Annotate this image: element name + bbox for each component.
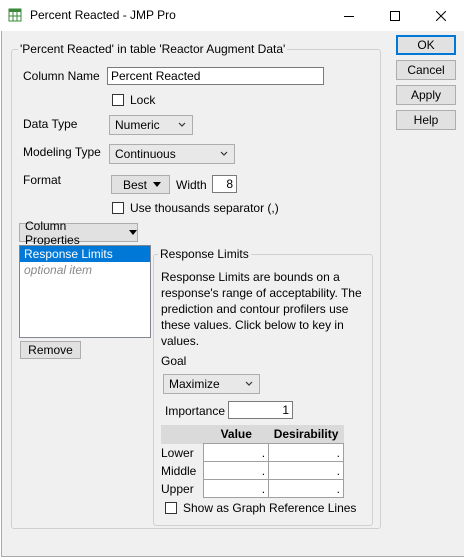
row-label: Upper [161, 481, 194, 496]
modeling-type-label: Modeling Type [23, 145, 101, 159]
goal-label: Goal [161, 354, 187, 368]
response-limits-table: Value Desirability Lower . . Middle . . … [161, 425, 344, 498]
importance-input[interactable]: 1 [228, 401, 293, 419]
table-header-cell: Value [203, 425, 269, 444]
table-row: Lower . . [161, 443, 344, 462]
column-properties-menu-button[interactable]: Column Properties [19, 219, 138, 247]
modeling-type-select[interactable]: Continuous [109, 144, 235, 164]
format-menu-button[interactable]: Best [111, 175, 170, 194]
jmp-data-table-icon [8, 8, 22, 22]
column-properties-list[interactable]: Response Limits optional item [19, 245, 151, 338]
value-cell[interactable]: . [203, 461, 270, 480]
lock-label: Lock [130, 93, 156, 107]
thousands-separator-checkbox[interactable] [112, 202, 124, 214]
ok-button[interactable]: OK [396, 35, 456, 55]
help-button[interactable]: Help [396, 110, 456, 130]
list-item[interactable]: optional item [20, 262, 150, 278]
data-type-select[interactable]: Numeric [109, 115, 193, 135]
close-button[interactable] [418, 0, 464, 31]
reference-lines-label: Show as Graph Reference Lines [183, 501, 357, 515]
minimize-icon [344, 15, 354, 17]
modeling-type-value: Continuous [115, 147, 176, 161]
column-name-label: Column Name [23, 69, 100, 83]
table-row: Upper . . [161, 479, 344, 498]
row-label: Middle [161, 463, 197, 478]
triangle-down-icon [153, 181, 162, 187]
reference-lines-checkbox[interactable] [165, 502, 177, 514]
minimize-button[interactable] [326, 0, 372, 31]
desirability-cell[interactable]: . [268, 443, 344, 462]
goal-value: Maximize [169, 377, 220, 391]
value-cell[interactable]: . [203, 443, 270, 462]
column-group-title: 'Percent Reacted' in table 'Reactor Augm… [18, 42, 288, 56]
value-cell[interactable]: . [203, 479, 270, 498]
table-header-cell [161, 425, 204, 444]
table-header-row: Value Desirability [161, 425, 344, 444]
chevron-down-icon [220, 151, 228, 156]
table-row: Middle . . [161, 461, 344, 480]
chevron-down-icon [178, 122, 186, 127]
cancel-button[interactable]: Cancel [396, 60, 456, 80]
goal-select[interactable]: Maximize [163, 374, 260, 394]
remove-button[interactable]: Remove [20, 341, 81, 359]
desirability-cell[interactable]: . [268, 461, 344, 480]
lock-checkbox[interactable] [112, 94, 124, 106]
window-title: Percent Reacted - JMP Pro [30, 8, 176, 22]
triangle-down-icon [129, 229, 137, 235]
desirability-cell[interactable]: . [268, 479, 344, 498]
apply-button[interactable]: Apply [396, 85, 456, 105]
response-limits-description: Response Limits are bounds on a response… [161, 270, 362, 348]
width-input[interactable]: 8 [212, 175, 237, 193]
data-type-value: Numeric [115, 118, 160, 132]
column-properties-label: Column Properties [25, 218, 80, 247]
maximize-button[interactable] [372, 0, 418, 31]
row-label: Lower [161, 445, 194, 460]
column-name-input[interactable]: Percent Reacted [107, 67, 324, 85]
maximize-icon [390, 10, 400, 21]
response-limits-title: Response Limits [158, 247, 251, 261]
table-header-cell: Desirability [268, 425, 344, 444]
thousands-separator-label: Use thousands separator (,) [130, 201, 279, 215]
format-label: Format [23, 173, 62, 187]
width-label: Width [176, 178, 207, 192]
list-item[interactable]: Response Limits [20, 246, 150, 262]
title-bar: Percent Reacted - JMP Pro [0, 0, 464, 31]
importance-label: Importance [165, 404, 226, 418]
chevron-down-icon [245, 381, 253, 386]
close-icon [436, 10, 446, 21]
data-type-label: Data Type [23, 117, 78, 131]
format-value: Best [123, 177, 148, 192]
